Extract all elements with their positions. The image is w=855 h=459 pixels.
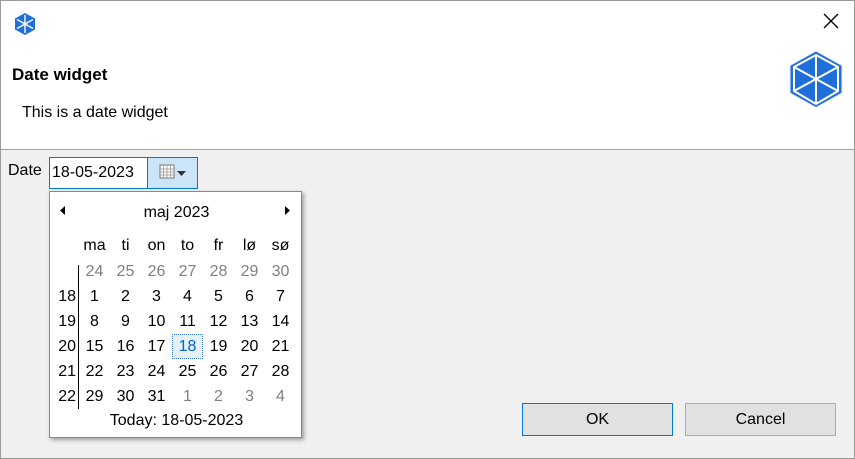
week-number: 18 xyxy=(58,288,76,305)
calendar-day[interactable]: 17 xyxy=(141,334,172,359)
calendar-week-row: 24 25 26 27 28 29 30 xyxy=(50,259,303,284)
calendar-day[interactable]: 20 xyxy=(234,334,265,359)
calendar-day[interactable]: 23 xyxy=(110,359,141,384)
week-number: 22 xyxy=(58,388,76,405)
calendar-day-selected[interactable]: 18 xyxy=(172,334,203,359)
dialog-header: Date widget This is a date widget xyxy=(1,49,854,150)
calendar-week-row: 19 8 9 10 11 12 13 14 xyxy=(50,309,303,334)
calendar-day[interactable]: 27 xyxy=(172,259,203,284)
dialog-title: Date widget xyxy=(12,65,108,84)
calendar-day[interactable]: 2 xyxy=(203,384,234,409)
calendar-day[interactable]: 30 xyxy=(110,384,141,409)
calendar-day[interactable]: 1 xyxy=(79,284,110,309)
calendar-week-row: 18 1 2 3 4 5 6 7 xyxy=(50,284,303,309)
next-month-button[interactable] xyxy=(283,204,293,218)
weekday-label: to xyxy=(180,237,195,254)
calendar-day[interactable]: 29 xyxy=(234,259,265,284)
weekday-header-row: ma ti on to fr lø sø xyxy=(50,233,303,258)
dialog-message: This is a date widget xyxy=(22,104,168,121)
weekday-label: ma xyxy=(83,237,106,254)
calendar-popup: maj 2023 ma ti on to fr lø sø 24 25 26 27 28 29 30 18 1… xyxy=(49,191,302,438)
calendar-day[interactable]: 13 xyxy=(234,309,265,334)
arrow-right-icon xyxy=(285,202,291,220)
calendar-day[interactable]: 30 xyxy=(265,259,296,284)
calendar-day[interactable]: 16 xyxy=(110,334,141,359)
close-button[interactable] xyxy=(808,1,854,45)
weekday-label: sø xyxy=(271,237,290,254)
dialog-window: Date widget This is a date widget Date 1… xyxy=(0,0,855,459)
calendar-day[interactable]: 28 xyxy=(265,359,296,384)
calendar-day[interactable]: 26 xyxy=(203,359,234,384)
calendar-day[interactable]: 10 xyxy=(141,309,172,334)
week-number: 19 xyxy=(58,313,76,330)
today-link[interactable]: Today: 18-05-2023 xyxy=(50,412,303,430)
calendar-day[interactable]: 27 xyxy=(234,359,265,384)
calendar-day[interactable]: 9 xyxy=(110,309,141,334)
calendar-day[interactable]: 4 xyxy=(172,284,203,309)
cube-logo-icon xyxy=(787,49,845,109)
calendar-week-row: 22 29 30 31 1 2 3 4 xyxy=(50,384,303,409)
calendar-day[interactable]: 25 xyxy=(110,259,141,284)
calendar-day[interactable]: 24 xyxy=(79,259,110,284)
calendar-day[interactable]: 14 xyxy=(265,309,296,334)
weekday-label: ti xyxy=(121,237,130,254)
calendar-day[interactable]: 21 xyxy=(265,334,296,359)
weekday-label: lø xyxy=(242,237,257,254)
weekday-label: on xyxy=(147,237,166,254)
calendar-day[interactable]: 26 xyxy=(141,259,172,284)
calendar-dropdown-button[interactable] xyxy=(147,157,198,189)
date-label: Date xyxy=(8,162,42,179)
calendar-day[interactable]: 24 xyxy=(141,359,172,384)
calendar-day[interactable]: 28 xyxy=(203,259,234,284)
app-logo-icon xyxy=(14,12,36,36)
calendar-day[interactable]: 15 xyxy=(79,334,110,359)
ok-button[interactable]: OK xyxy=(522,403,673,436)
calendar-day[interactable]: 12 xyxy=(203,309,234,334)
calendar-day[interactable]: 1 xyxy=(172,384,203,409)
calendar-day[interactable]: 19 xyxy=(203,334,234,359)
calendar-day[interactable]: 22 xyxy=(79,359,110,384)
calendar-day[interactable]: 7 xyxy=(265,284,296,309)
calendar-icon xyxy=(159,163,175,184)
date-input[interactable]: 18-05-2023 xyxy=(49,157,148,189)
calendar-day[interactable]: 6 xyxy=(234,284,265,309)
calendar-week-row: 21 22 23 24 25 26 27 28 xyxy=(50,359,303,384)
calendar-day[interactable]: 3 xyxy=(141,284,172,309)
calendar-day[interactable]: 31 xyxy=(141,384,172,409)
calendar-day[interactable]: 2 xyxy=(110,284,141,309)
calendar-day[interactable]: 5 xyxy=(203,284,234,309)
calendar-day[interactable]: 3 xyxy=(234,384,265,409)
calendar-week-row: 20 15 16 17 18 19 20 21 xyxy=(50,334,303,359)
weekday-label: fr xyxy=(213,237,224,254)
title-bar[interactable] xyxy=(1,1,854,49)
close-icon xyxy=(822,12,840,35)
week-number: 21 xyxy=(58,363,76,380)
cancel-button[interactable]: Cancel xyxy=(685,403,836,436)
chevron-down-icon xyxy=(177,164,186,182)
week-number: 20 xyxy=(58,338,76,355)
calendar-day[interactable]: 8 xyxy=(79,309,110,334)
calendar-day[interactable]: 4 xyxy=(265,384,296,409)
calendar-day[interactable]: 11 xyxy=(172,309,203,334)
month-label: maj 2023 xyxy=(143,204,210,221)
calendar-day[interactable]: 29 xyxy=(79,384,110,409)
calendar-day[interactable]: 25 xyxy=(172,359,203,384)
week-number xyxy=(50,259,78,284)
